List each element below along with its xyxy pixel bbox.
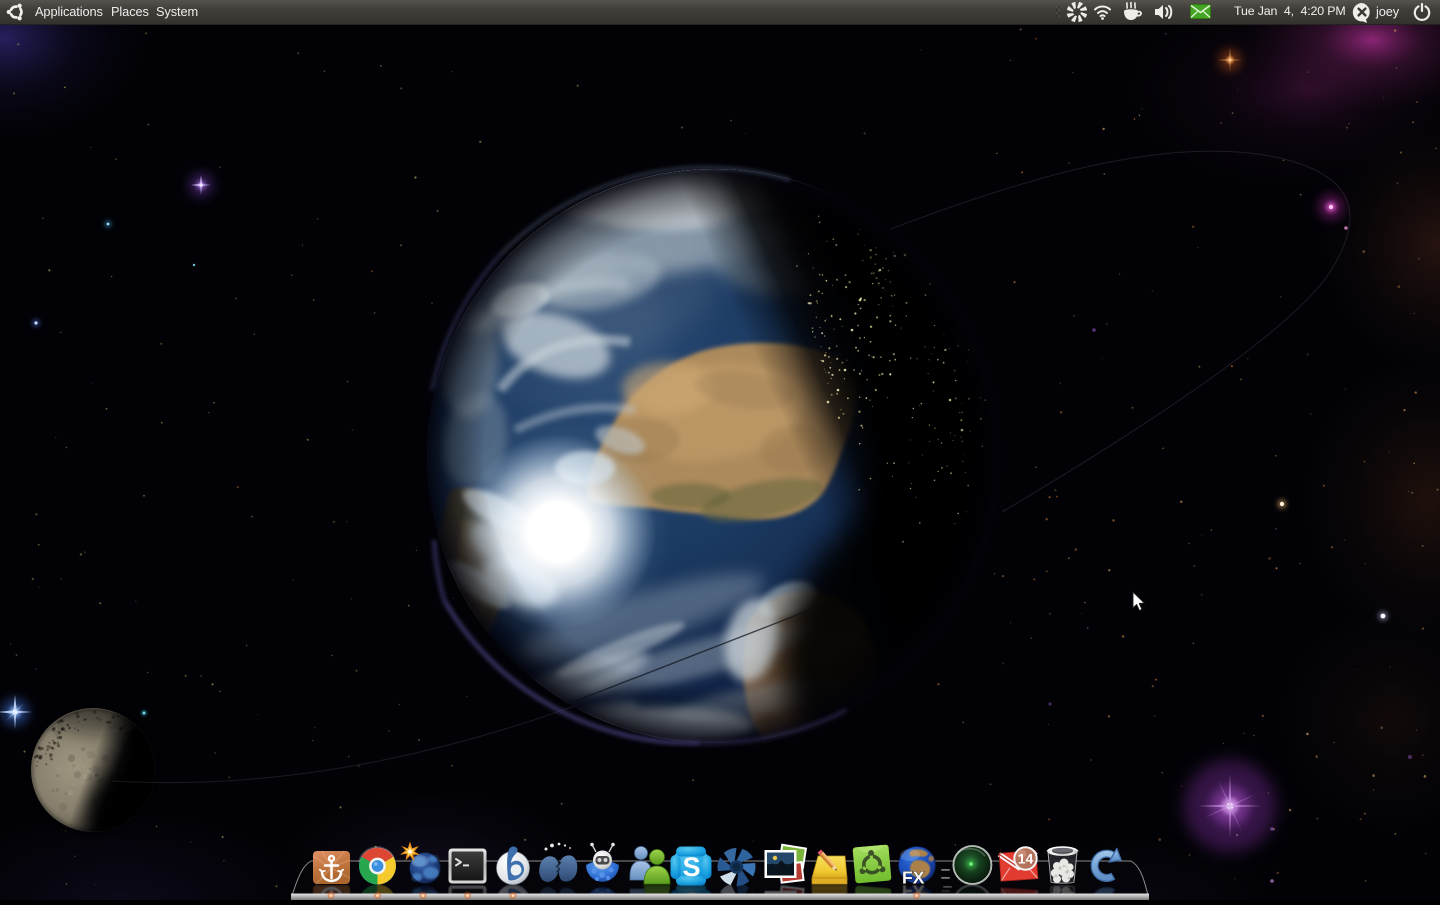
svg-text:S: S: [682, 852, 700, 882]
svg-text:14: 14: [1018, 851, 1034, 867]
